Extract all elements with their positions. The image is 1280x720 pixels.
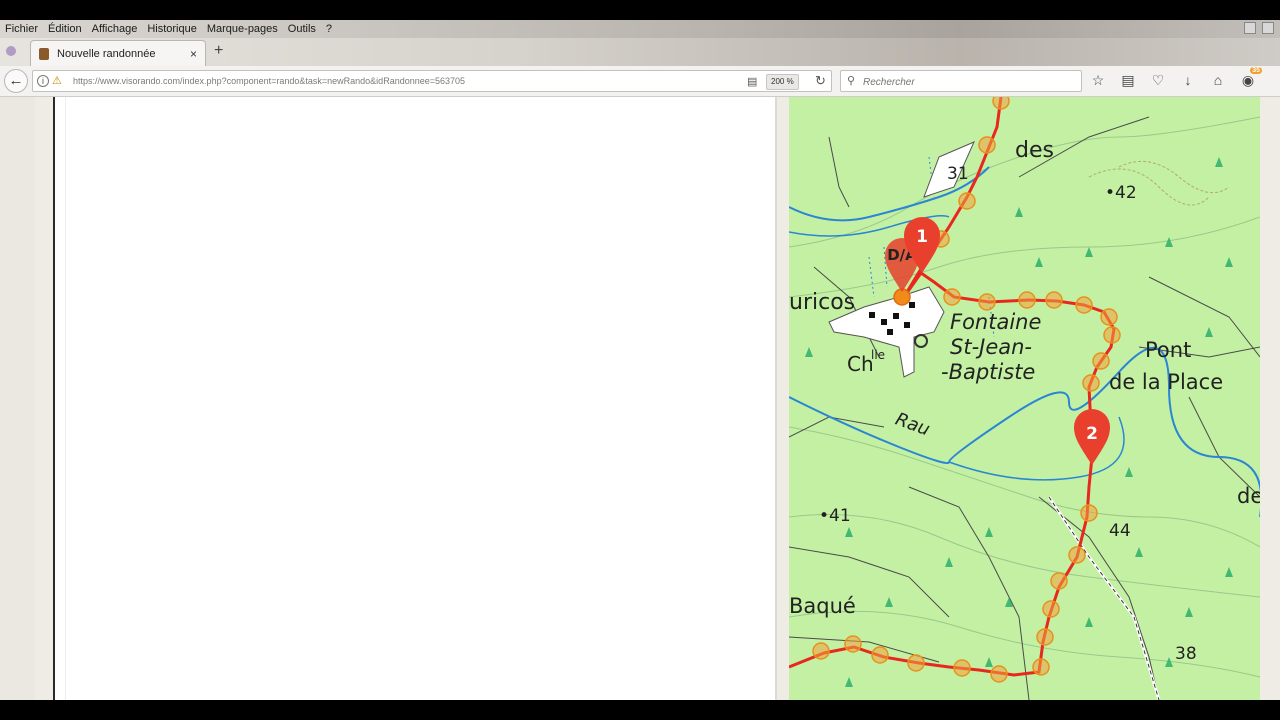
place-label-de-la-place: de la Place: [1109, 370, 1223, 394]
place-label-chapelle: Ch: [847, 352, 874, 376]
elevation-31: 31: [947, 164, 969, 184]
reading-list-icon[interactable]: ▤: [1120, 72, 1136, 89]
download-icon[interactable]: ↓: [1180, 72, 1196, 89]
screen-top-border: [0, 0, 1280, 20]
reload-icon[interactable]: ↻: [815, 73, 826, 89]
bookmark-star-icon[interactable]: ☆: [1090, 72, 1106, 89]
info-icon[interactable]: i: [37, 75, 49, 87]
pocket-icon[interactable]: ♡: [1150, 72, 1166, 89]
place-label-pont: Pont: [1145, 338, 1191, 362]
left-margin: [0, 97, 35, 700]
maximize-button[interactable]: [1262, 22, 1274, 34]
place-label-baque: Baqué: [789, 594, 856, 618]
search-icon: ⚲: [847, 75, 856, 87]
map-canvas[interactable]: D/A 1 2 des uricos Ch lle Fontaine St-Je…: [789, 97, 1260, 700]
zoom-level[interactable]: 200 %: [766, 74, 799, 90]
page-content: D/A 1 2 des uricos Ch lle Fontaine St-Je…: [0, 97, 1280, 700]
route-map[interactable]: D/A 1 2 des uricos Ch lle Fontaine St-Je…: [789, 97, 1260, 700]
tab-bar: Nouvelle randonnée × +: [0, 38, 1280, 66]
reader-view-icon[interactable]: ▤: [747, 75, 757, 88]
place-label-fontaine-2: St-Jean-: [950, 335, 1032, 359]
back-button[interactable]: ←: [4, 69, 28, 93]
elevation-42: •42: [1105, 183, 1137, 203]
search-bar[interactable]: ⚲: [840, 70, 1082, 92]
place-label-uricos: uricos: [789, 290, 855, 315]
right-margin: [1260, 97, 1280, 700]
menu-outils[interactable]: Outils: [283, 23, 321, 35]
minimize-button[interactable]: [1244, 22, 1256, 34]
place-label-des: des: [1015, 138, 1054, 163]
addon-icon[interactable]: ◉ 35: [1240, 67, 1262, 89]
elevation-44: 44: [1109, 521, 1131, 541]
new-tab-button[interactable]: +: [214, 42, 223, 60]
menu-marque-pages[interactable]: Marque-pages: [202, 23, 283, 35]
menu-list: Fichier Édition Affichage Historique Mar…: [0, 20, 337, 38]
elevation-41: •41: [819, 506, 851, 526]
menu-affichage[interactable]: Affichage: [87, 23, 143, 35]
menu-edition[interactable]: Édition: [43, 23, 87, 35]
form-panel: [53, 97, 776, 700]
url-text[interactable]: https://www.visorando.com/index.php?comp…: [73, 76, 465, 86]
addon-badge: 35: [1250, 67, 1262, 74]
waypoint-marker-1-label: 1: [916, 227, 928, 247]
menu-aide[interactable]: ?: [321, 23, 337, 35]
search-input[interactable]: [861, 73, 1075, 91]
place-label-fontaine-3: -Baptiste: [941, 360, 1035, 384]
lock-warning-icon[interactable]: ⚠: [52, 74, 62, 87]
waypoint-marker-2-label: 2: [1086, 424, 1098, 444]
tab-groups-icon[interactable]: [6, 46, 16, 56]
place-label-fontaine-1: Fontaine: [950, 310, 1041, 334]
panel-divider[interactable]: [775, 97, 777, 700]
window-controls: [1244, 22, 1274, 34]
menu-historique[interactable]: Historique: [142, 23, 202, 35]
elevation-38: 38: [1175, 644, 1197, 664]
toolbar-icons: ☆ ▤ ♡ ↓ ⌂ ◉ 35: [1090, 67, 1262, 89]
tab-close-icon[interactable]: ×: [190, 47, 197, 61]
tab-nouvelle-randonnee[interactable]: Nouvelle randonnée ×: [30, 40, 206, 66]
place-label-chapelle-sup: lle: [871, 348, 885, 362]
home-icon[interactable]: ⌂: [1210, 72, 1226, 89]
form-panel-body: [65, 97, 776, 700]
url-bar[interactable]: i ⚠ https://www.visorando.com/index.php?…: [32, 70, 832, 92]
menu-bar: Fichier Édition Affichage Historique Mar…: [0, 20, 1280, 38]
screen-bottom-border: [0, 700, 1280, 720]
place-label-de: de: [1237, 484, 1260, 508]
tab-title: Nouvelle randonnée: [57, 47, 156, 60]
navigation-bar: ← i ⚠ https://www.visorando.com/index.ph…: [0, 66, 1280, 97]
site-favicon-icon: [39, 47, 49, 60]
menu-fichier[interactable]: Fichier: [0, 23, 43, 35]
